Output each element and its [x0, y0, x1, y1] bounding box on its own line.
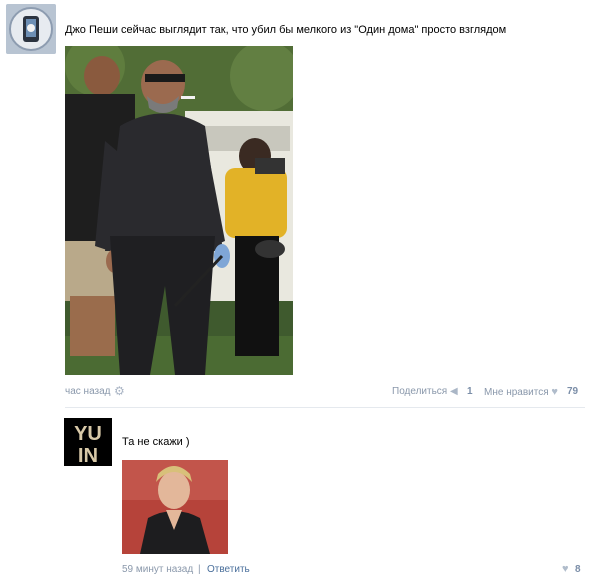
like-label: Мне нравится [484, 387, 549, 398]
megaphone-icon: ◀ [450, 386, 458, 397]
comment-timestamp[interactable]: 59 минут назад [122, 564, 193, 575]
gear-icon[interactable]: ⚙ [114, 384, 125, 398]
share-button[interactable]: Поделиться ◀ [392, 386, 458, 397]
post-timestamp[interactable]: час назад [65, 386, 111, 397]
comment-text: Та не скажи ) [122, 436, 190, 448]
share-count: 1 [467, 386, 473, 397]
heart-icon[interactable]: ♥ [562, 563, 569, 575]
divider [65, 407, 585, 408]
svg-text:YU: YU [74, 423, 102, 445]
reply-button[interactable]: Ответить [207, 564, 250, 575]
comment-like-count: 8 [575, 564, 581, 575]
comment-author-avatar[interactable]: YU NI [64, 418, 112, 466]
like-count: 79 [567, 386, 579, 397]
post-photo[interactable] [65, 46, 293, 375]
post-text: Джо Пеши сейчас выглядит так, что убил б… [65, 24, 507, 36]
share-label: Поделиться [392, 386, 448, 397]
heart-icon: ♥ [551, 386, 558, 398]
like-button[interactable]: Мне нравится ♥ [484, 386, 558, 398]
comment-photo[interactable] [122, 460, 228, 554]
svg-text:NI: NI [78, 443, 98, 465]
post-author-avatar[interactable] [6, 4, 56, 54]
comment-separator: | [198, 564, 201, 575]
